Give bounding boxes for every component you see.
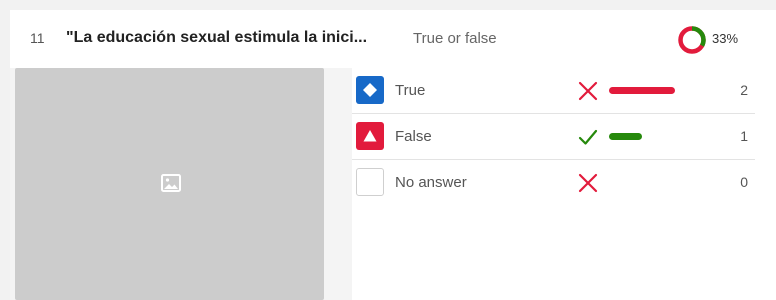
check-icon <box>578 129 598 145</box>
triangle-icon <box>363 130 377 142</box>
answer-label: True <box>395 82 426 99</box>
answer-row-false: False 1 <box>352 114 755 160</box>
accuracy-donut-icon <box>678 26 706 54</box>
answer-row-true: True 2 <box>352 68 755 114</box>
question-body: True 2 False 1 No answer 0 <box>10 68 776 300</box>
answer-label: False <box>395 128 432 145</box>
image-icon <box>161 174 181 192</box>
cross-icon <box>578 81 598 101</box>
question-header[interactable]: 11 "La educación sexual estimula la inic… <box>10 10 776 68</box>
question-title: "La educación sexual estimula la inici..… <box>66 29 368 46</box>
diamond-icon <box>363 83 377 97</box>
answer-bar <box>609 87 675 94</box>
cross-icon <box>578 173 598 193</box>
answer-row-no-answer: No answer 0 <box>352 160 755 206</box>
answer-badge <box>356 168 384 196</box>
question-card: 11 "La educación sexual estimula la inic… <box>10 10 776 300</box>
answer-count: 0 <box>740 174 748 190</box>
answer-badge <box>356 122 384 150</box>
image-placeholder <box>15 68 324 300</box>
accuracy-percent: 33% <box>712 31 739 46</box>
answer-count: 1 <box>740 128 748 144</box>
answer-list: True 2 False 1 No answer 0 <box>352 68 776 300</box>
answer-badge <box>356 76 384 104</box>
answer-bar <box>609 133 642 140</box>
question-type: True or false <box>413 30 497 47</box>
question-number: 11 <box>30 30 45 46</box>
answer-count: 2 <box>740 82 748 98</box>
answer-label: No answer <box>395 174 467 191</box>
